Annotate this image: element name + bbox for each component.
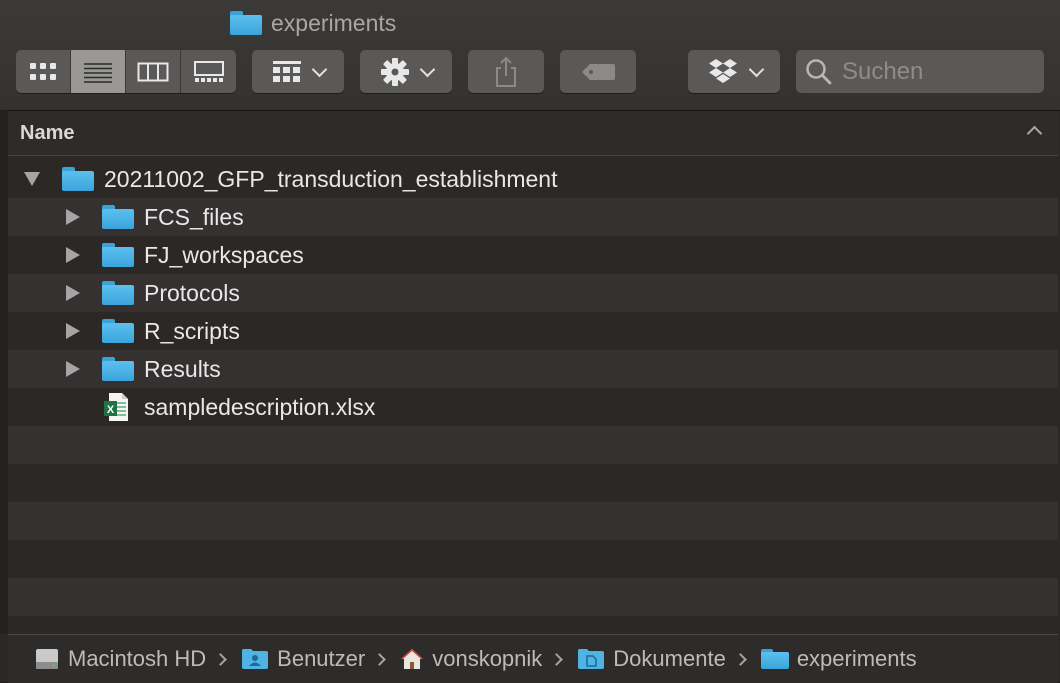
gallery-view-icon xyxy=(193,60,224,82)
home-icon xyxy=(401,649,424,669)
column-view-button[interactable] xyxy=(126,50,181,93)
empty-row xyxy=(8,464,1058,502)
path-bar: Macintosh HD Benutzer vonskopnik Dokumen… xyxy=(8,634,1058,683)
group-button[interactable] xyxy=(252,50,344,93)
gallery-view-button[interactable] xyxy=(181,50,236,93)
column-header-label: Name xyxy=(20,121,75,144)
file-list: 20211002_GFP_transduction_establishment … xyxy=(8,160,1058,426)
list-item[interactable]: FCS_files xyxy=(8,198,1058,236)
empty-row xyxy=(8,540,1058,578)
chevron-down-icon xyxy=(419,61,435,77)
sidebar-edge xyxy=(0,110,8,634)
path-item-label: Macintosh HD xyxy=(68,646,207,671)
item-name: Protocols xyxy=(144,279,240,306)
chevron-down-icon xyxy=(311,61,327,77)
path-item-label: vonskopnik xyxy=(432,646,543,671)
users-folder-icon xyxy=(242,649,269,669)
folder-icon xyxy=(760,648,789,670)
folder-icon xyxy=(102,205,134,229)
action-button[interactable] xyxy=(360,50,452,93)
path-item-benutzer[interactable]: Benutzer xyxy=(241,646,365,672)
empty-row xyxy=(8,616,1058,634)
list-view-icon xyxy=(84,62,112,83)
item-name: R_scripts xyxy=(144,317,240,344)
empty-row xyxy=(8,502,1058,540)
item-name: Results xyxy=(144,355,221,382)
window-title-label: experiments xyxy=(271,9,397,36)
empty-row xyxy=(8,578,1058,616)
disclosure-triangle-icon[interactable] xyxy=(66,209,80,225)
path-item-home[interactable]: vonskopnik xyxy=(400,646,542,672)
icon-view-icon xyxy=(30,62,56,80)
item-name: FJ_workspaces xyxy=(144,241,304,268)
folder-icon xyxy=(62,167,94,191)
path-item-label: Benutzer xyxy=(277,646,366,671)
path-item-macintosh-hd[interactable]: Macintosh HD xyxy=(34,646,206,672)
column-header-name[interactable]: Name xyxy=(8,111,1058,156)
empty-list-area xyxy=(8,426,1058,634)
folder-icon xyxy=(102,319,134,343)
tag-icon xyxy=(582,63,615,80)
finder-window: experiments Suchen Name 20211002_GFP_tra… xyxy=(0,0,1060,683)
item-name: 20211002_GFP_transduction_establishment xyxy=(104,165,558,192)
column-view-icon xyxy=(137,62,169,81)
search-input[interactable] xyxy=(842,57,1032,86)
svg-text:X: X xyxy=(107,404,115,416)
item-name: FCS_files xyxy=(144,203,244,230)
disclosure-triangle-icon[interactable] xyxy=(66,285,80,301)
disclosure-triangle-icon[interactable] xyxy=(66,247,80,263)
empty-row xyxy=(8,426,1058,464)
item-name: sampledescription.xlsx xyxy=(144,393,376,420)
icon-view-button[interactable] xyxy=(16,50,71,93)
window-title: experiments xyxy=(230,8,396,38)
list-item[interactable]: R_scripts xyxy=(8,312,1058,350)
group-grid-icon xyxy=(272,60,301,82)
list-view-button[interactable] xyxy=(71,50,126,93)
hard-drive-icon xyxy=(36,649,58,669)
path-separator-chevron-icon xyxy=(214,652,228,666)
list-item[interactable]: 20211002_GFP_transduction_establishment xyxy=(8,160,1058,198)
path-item-label: Dokumente xyxy=(613,646,726,671)
folder-icon xyxy=(102,281,134,305)
share-button[interactable] xyxy=(468,50,544,93)
list-item[interactable]: Protocols xyxy=(8,274,1058,312)
path-item-experiments[interactable]: experiments xyxy=(760,646,917,672)
dropbox-icon xyxy=(708,58,737,83)
disclosure-triangle-icon[interactable] xyxy=(66,323,80,339)
folder-icon xyxy=(102,243,134,267)
documents-folder-icon xyxy=(578,649,605,669)
list-item[interactable]: X sampledescription.xlsx xyxy=(8,388,1058,426)
path-separator-chevron-icon xyxy=(373,652,387,666)
view-mode-segmented-control xyxy=(16,50,236,93)
share-icon xyxy=(496,56,516,87)
path-separator-chevron-icon xyxy=(550,652,564,666)
folder-icon xyxy=(230,11,262,35)
folder-icon xyxy=(102,357,134,381)
search-icon xyxy=(806,58,832,84)
path-separator-chevron-icon xyxy=(733,652,747,666)
toolbar: experiments xyxy=(0,0,1060,111)
excel-file-icon: X xyxy=(104,393,128,421)
list-item[interactable]: Results xyxy=(8,350,1058,388)
gear-icon xyxy=(380,57,409,86)
disclosure-triangle-expanded-icon[interactable] xyxy=(24,172,40,186)
tag-button[interactable] xyxy=(560,50,636,93)
dropbox-button[interactable] xyxy=(688,50,780,93)
disclosure-triangle-icon[interactable] xyxy=(66,361,80,377)
list-item[interactable]: FJ_workspaces xyxy=(8,236,1058,274)
path-item-label: experiments xyxy=(796,646,917,671)
sort-ascending-icon xyxy=(1026,125,1043,142)
search-field[interactable] xyxy=(796,50,1044,93)
path-item-dokumente[interactable]: Dokumente xyxy=(577,646,726,672)
chevron-down-icon xyxy=(748,61,764,77)
